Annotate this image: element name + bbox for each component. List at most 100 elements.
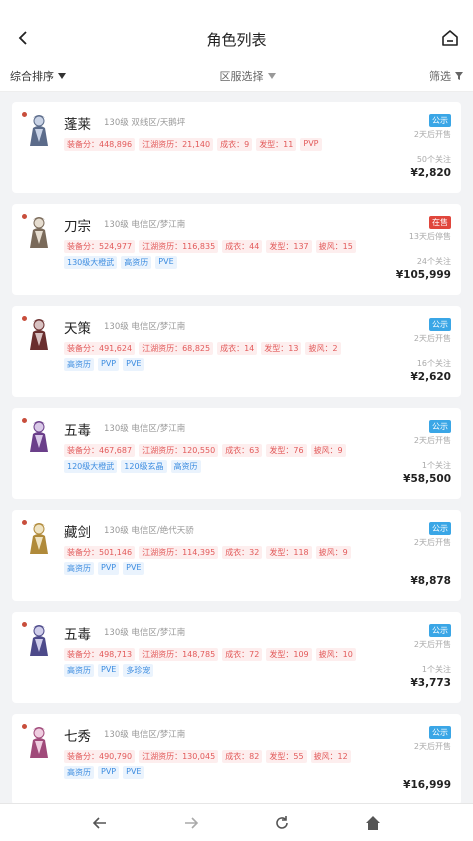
role-name: 刀宗	[64, 219, 91, 235]
sale-time: 2天后开售	[413, 334, 451, 343]
follow-count: 1个关注	[421, 461, 451, 470]
sort-label: 综合排序	[10, 69, 54, 83]
faction-flag-icon	[21, 111, 28, 118]
faction-flag-icon	[21, 417, 28, 424]
price: ¥58,500	[403, 473, 451, 485]
role-meta: 130级 电信区/梦江南	[104, 628, 186, 638]
tag-chip: PVE	[123, 766, 145, 779]
role-name: 天策	[64, 321, 91, 337]
tag-chip: 120级大橙武	[64, 460, 118, 473]
follow-count: 16个关注	[416, 359, 451, 368]
arrow-left-icon	[93, 816, 107, 829]
stat-chip: 披风：2	[305, 342, 341, 355]
stat-chip: 成衣：72	[222, 648, 263, 661]
nav-forward-button[interactable]	[181, 813, 201, 833]
stat-chip: 江湖资历：116,835	[139, 240, 219, 253]
stat-chip: 装备分：524,977	[64, 240, 136, 253]
role-stats: 装备分：498,713 江湖资历：148,785 成衣：72 发型：109 披风：10	[64, 648, 356, 661]
back-button[interactable]	[14, 28, 34, 48]
role-name: 蓬莱	[64, 117, 91, 133]
page-title: 角色列表	[206, 30, 267, 49]
nav-home-button[interactable]	[363, 813, 383, 833]
sort-dropdown[interactable]: 综合排序	[10, 68, 66, 84]
filter-button[interactable]: 筛选	[429, 68, 463, 84]
tag-chip: 高资历	[64, 664, 94, 677]
role-avatar	[21, 417, 55, 454]
status-badge: 公示	[429, 318, 451, 331]
role-stats: 装备分：501,146 江湖资历：114,395 成衣：32 发型：118 披风：9	[64, 546, 351, 559]
role-card[interactable]: 五毒 130级 电信区/梦江南装备分：498,713 江湖资历：148,785 成衣：…	[12, 612, 461, 703]
role-tags: 130级大橙武 高资历 PVE	[64, 256, 177, 269]
stat-chip: 成衣：32	[222, 546, 263, 559]
sale-time: 2天后开售	[413, 436, 451, 445]
role-avatar	[21, 621, 55, 658]
stat-chip: 发型：11	[256, 138, 297, 151]
stat-chip: 披风：9	[315, 546, 351, 559]
price: ¥16,999	[403, 779, 451, 791]
stat-chip: 江湖资历：21,140	[139, 138, 214, 151]
faction-flag-icon	[21, 213, 28, 220]
stat-chip: 发型：76	[266, 444, 307, 457]
home-button[interactable]	[440, 28, 460, 48]
stat-chip: 装备分：498,713	[64, 648, 136, 661]
role-meta: 130级 电信区/梦江南	[104, 322, 186, 332]
role-meta: 130级 电信区/绝代天骄	[104, 526, 194, 536]
sale-time: 2天后开售	[413, 130, 451, 139]
role-card[interactable]: 藏剑 130级 电信区/绝代天骄 装备分：501,146 江湖资历：114,395 成衣…	[12, 510, 461, 601]
stat-chip: 江湖资历：148,785	[139, 648, 219, 661]
status-badge: 在售	[429, 216, 451, 229]
tag-chip: PVP	[98, 358, 120, 371]
status-badge: 公示	[429, 114, 451, 127]
tag-chip: PVE	[123, 562, 145, 575]
character-portrait-icon	[23, 112, 55, 148]
price: ¥8,878	[410, 575, 451, 587]
role-tags: 高资历 PVE 多珍宠	[64, 664, 154, 677]
tag-chip: PVE	[155, 256, 177, 269]
stat-chip: 装备分：501,146	[64, 546, 136, 559]
role-card[interactable]: 刀宗 130级 电信区/梦江南装备分：524,977 江湖资历：116,835 成衣：…	[12, 204, 461, 295]
role-stats: 装备分：524,977 江湖资历：116,835 成衣：44 发型：137 披风：15	[64, 240, 356, 253]
price: ¥105,999	[395, 269, 451, 281]
stat-chip: 成衣：82	[222, 750, 263, 763]
stat-chip: 装备分：490,790	[64, 750, 136, 763]
follow-count: 24个关注	[416, 257, 451, 266]
server-label: 区服选择	[219, 69, 264, 83]
stat-chip: 装备分：467,687	[64, 444, 136, 457]
role-name: 五毒	[64, 627, 91, 643]
stat-chip: 装备分：491,624	[64, 342, 136, 355]
role-meta: 130级 电信区/梦江南	[104, 730, 186, 740]
nav-refresh-button[interactable]	[272, 813, 292, 833]
role-card[interactable]: 七秀 130级 电信区/梦江南 装备分：490,790 江湖资历：130,045 成衣：…	[12, 714, 461, 805]
nav-back-button[interactable]	[90, 813, 110, 833]
faction-flag-icon	[21, 315, 28, 322]
role-stats: 装备分：467,687 江湖资历：120,550 成衣：63 发型：76 披风：9	[64, 444, 346, 457]
sale-time: 2天后开售	[413, 742, 451, 751]
role-stats: 装备分：490,790 江湖资历：130,045 成衣：82 发型：55 披风：12	[64, 750, 351, 763]
stat-chip: 披风：9	[310, 444, 346, 457]
role-meta: 130级 电信区/梦江南	[104, 424, 186, 434]
tag-chip: PVP	[98, 766, 120, 779]
stat-chip: 发型：118	[266, 546, 312, 559]
funnel-icon	[455, 71, 463, 80]
role-card[interactable]: 蓬莱 130级 双线区/天鹅坪 装备分：448,896 江湖资历：21,140 成衣：9…	[12, 102, 461, 193]
status-bar	[0, 0, 473, 18]
stat-chip: 江湖资历：114,395	[139, 546, 219, 559]
caret-down-icon	[267, 72, 276, 79]
role-meta: 130级 电信区/梦江南	[104, 220, 186, 230]
stat-chip: PVP	[300, 138, 322, 151]
character-portrait-icon	[23, 622, 55, 658]
stat-chip: 成衣：63	[222, 444, 263, 457]
status-badge: 公示	[429, 624, 451, 637]
server-dropdown[interactable]: 区服选择	[220, 68, 276, 84]
stat-chip: 江湖资历：120,550	[139, 444, 219, 457]
caret-down-icon	[58, 72, 66, 79]
tag-chip: 高资历	[64, 358, 94, 371]
tag-chip: 高资历	[121, 256, 152, 269]
role-card[interactable]: 五毒 130级 电信区/梦江南 装备分：467,687 江湖资历：120,550 成衣：…	[12, 408, 461, 499]
stat-chip: 成衣：9	[217, 138, 253, 151]
stat-chip: 发型：137	[266, 240, 312, 253]
stat-chip: 披风：10	[315, 648, 356, 661]
role-card[interactable]: 天策 130级 电信区/梦江南 装备分：491,624 江湖资历：68,825 成衣：1…	[12, 306, 461, 397]
price: ¥2,620	[410, 371, 451, 383]
price: ¥3,773	[410, 677, 451, 689]
